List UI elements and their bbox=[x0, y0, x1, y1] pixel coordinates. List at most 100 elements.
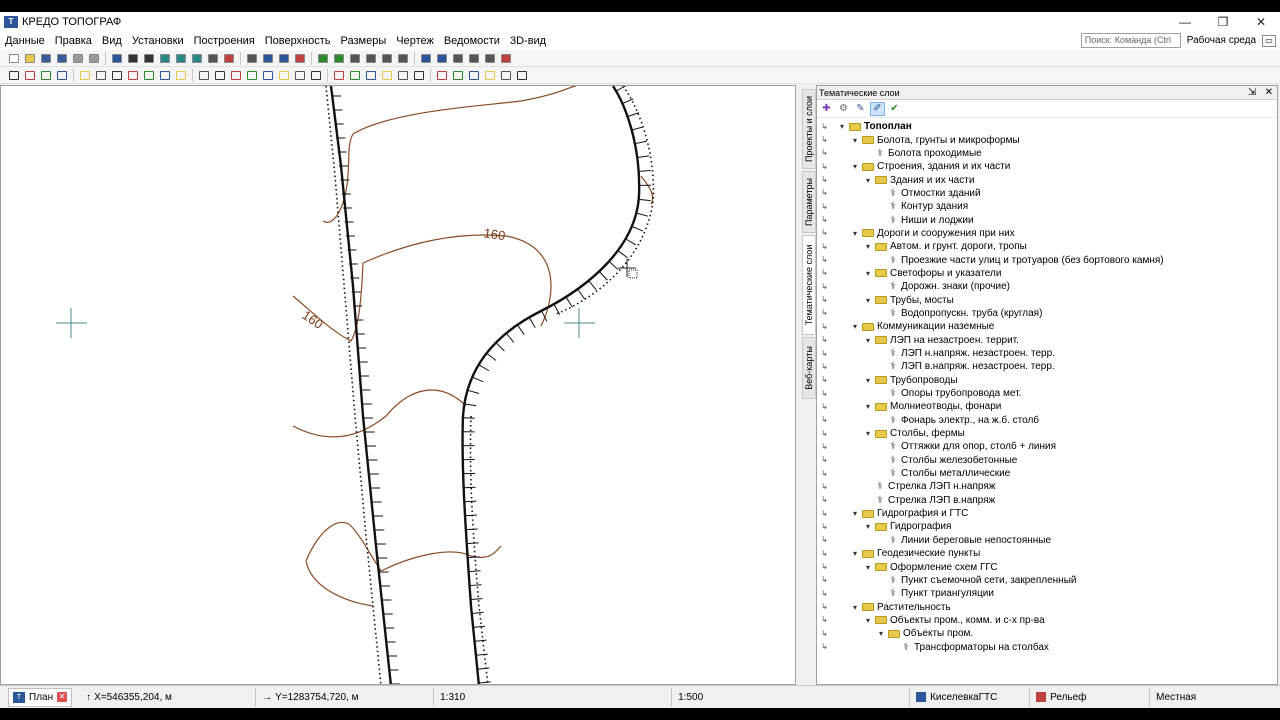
close-button[interactable]: ✕ bbox=[1242, 12, 1280, 32]
menu-dimensions[interactable]: Размеры bbox=[336, 32, 392, 50]
vertex-icon[interactable] bbox=[347, 51, 362, 65]
visibility-icon[interactable]: ↳ bbox=[821, 509, 833, 519]
status-coordinate-system[interactable]: Местная bbox=[1150, 688, 1260, 707]
expand-arrow-icon[interactable]: ▾ bbox=[850, 603, 860, 612]
undo-icon[interactable] bbox=[70, 51, 85, 65]
visibility-icon[interactable]: ↳ bbox=[821, 282, 833, 292]
visibility-icon[interactable]: ↳ bbox=[821, 148, 833, 158]
expand-arrow-icon[interactable]: ▾ bbox=[850, 549, 860, 558]
array-icon[interactable] bbox=[260, 68, 275, 82]
plan-canvas[interactable]: 160 160 bbox=[0, 85, 796, 685]
menu-drawing[interactable]: Чертеж bbox=[391, 32, 439, 50]
visibility-icon[interactable]: ↳ bbox=[821, 602, 833, 612]
menu-constructions[interactable]: Построения bbox=[189, 32, 260, 50]
tree-layer[interactable]: ↳ ⚕ Пункт съемочной сети, закрепленный bbox=[817, 574, 1277, 587]
redo-icon[interactable] bbox=[86, 51, 101, 65]
zoom-out-icon[interactable] bbox=[173, 51, 188, 65]
visibility-icon[interactable]: ↳ bbox=[821, 349, 833, 359]
tree-group[interactable]: ↳ ▾ Здания и их части bbox=[817, 173, 1277, 186]
tree-layer[interactable]: ↳ ⚕ Опоры трубопровода мет. bbox=[817, 387, 1277, 400]
visibility-icon[interactable]: ↳ bbox=[821, 455, 833, 465]
visibility-icon[interactable]: ↳ bbox=[821, 322, 833, 332]
tree-group[interactable]: ↳ ▾ Дороги и сооружения при них bbox=[817, 227, 1277, 240]
visibility-icon[interactable]: ↳ bbox=[821, 549, 833, 559]
tree-group[interactable]: ↳ ▾ Объекты пром. bbox=[817, 627, 1277, 640]
visibility-icon[interactable]: ↳ bbox=[821, 522, 833, 532]
parallel-icon[interactable] bbox=[141, 68, 156, 82]
visibility-icon[interactable]: ↳ bbox=[821, 255, 833, 265]
checkmark-icon[interactable]: ✔ bbox=[887, 102, 902, 116]
visibility-icon[interactable]: ↳ bbox=[821, 375, 833, 385]
expand-arrow-icon[interactable]: ▾ bbox=[863, 563, 873, 572]
chamfer-icon[interactable] bbox=[331, 68, 346, 82]
tree-group[interactable]: ↳ ▾ Геодезические пункты bbox=[817, 547, 1277, 560]
workspace-dropdown[interactable]: Рабочая среда bbox=[1187, 35, 1256, 46]
rotate-icon[interactable] bbox=[173, 68, 188, 82]
hatch-icon[interactable] bbox=[395, 68, 410, 82]
visibility-icon[interactable]: ↳ bbox=[821, 482, 833, 492]
pan-icon[interactable] bbox=[205, 51, 220, 65]
visibility-icon[interactable]: ↳ bbox=[821, 228, 833, 238]
tree-layer[interactable]: ↳ ⚕ Водопропускн. труба (круглая) bbox=[817, 307, 1277, 320]
visibility-icon[interactable]: ↳ bbox=[821, 242, 833, 252]
tree-layer[interactable]: ↳ ⚕ Линии береговые непостоянные bbox=[817, 534, 1277, 547]
tree-layer[interactable]: ↳ ⚕ ЛЭП в.напряж. незастроен. терр. bbox=[817, 360, 1277, 373]
tree-layer[interactable]: ↳ ⚕ Столбы металлические bbox=[817, 467, 1277, 480]
tab-plan[interactable]: Т План ✕ bbox=[8, 687, 73, 707]
maximize-button[interactable]: ❐ bbox=[1204, 12, 1242, 32]
tree-group[interactable]: ↳ ▾ Светофоры и указатели bbox=[817, 267, 1277, 280]
command-search-input[interactable]: Поиск: Команда (Ctrl ... bbox=[1080, 33, 1181, 58]
extend-icon[interactable] bbox=[292, 68, 307, 82]
snap-point-icon[interactable] bbox=[6, 68, 21, 82]
label-icon[interactable] bbox=[379, 68, 394, 82]
visibility-icon[interactable]: ↳ bbox=[821, 535, 833, 545]
menu-surface[interactable]: Поверхность bbox=[260, 32, 336, 50]
visibility-icon[interactable]: ↳ bbox=[821, 589, 833, 599]
expand-arrow-icon[interactable]: ▾ bbox=[850, 162, 860, 171]
expand-arrow-icon[interactable]: ▾ bbox=[863, 176, 873, 185]
save-icon[interactable] bbox=[38, 51, 53, 65]
tree-group[interactable]: ↳ ▾ Строения, здания и их части bbox=[817, 160, 1277, 173]
align-icon[interactable] bbox=[363, 51, 378, 65]
status-project[interactable]: КиселевкаГТС bbox=[910, 687, 1031, 707]
tree-group[interactable]: ↳ ▾ ЛЭП на незастроен. террит. bbox=[817, 334, 1277, 347]
mirror-icon[interactable] bbox=[244, 68, 259, 82]
visibility-icon[interactable]: ↳ bbox=[821, 215, 833, 225]
table-icon[interactable] bbox=[434, 68, 449, 82]
layout-icon[interactable]: ▭ bbox=[1262, 34, 1276, 47]
scale-icon[interactable] bbox=[196, 68, 211, 82]
minimize-button[interactable]: — bbox=[1166, 12, 1204, 32]
visibility-icon[interactable]: ↳ bbox=[821, 429, 833, 439]
tree-layer[interactable]: ↳ ⚕ Оттяжки для опор, столб + линия bbox=[817, 440, 1277, 453]
line-tool-icon[interactable] bbox=[292, 51, 307, 65]
expand-arrow-icon[interactable]: ▾ bbox=[850, 229, 860, 238]
tree-group[interactable]: ↳ ▾ Автом. и грунт. дороги, тропы bbox=[817, 240, 1277, 253]
brush-icon[interactable]: ✐ bbox=[870, 101, 885, 116]
visibility-icon[interactable]: ↳ bbox=[821, 402, 833, 412]
expand-arrow-icon[interactable]: ▾ bbox=[863, 376, 873, 385]
zoom-extents-icon[interactable] bbox=[189, 51, 204, 65]
close-tab-icon[interactable]: ✕ bbox=[57, 692, 68, 702]
visibility-icon[interactable]: ↳ bbox=[821, 442, 833, 452]
cursor-red-icon[interactable] bbox=[77, 68, 92, 82]
visibility-icon[interactable]: ↳ bbox=[821, 202, 833, 212]
visibility-icon[interactable]: ↳ bbox=[821, 469, 833, 479]
visibility-icon[interactable]: ↳ bbox=[821, 135, 833, 145]
tree-layer[interactable]: ↳ ⚕ Болота проходимые bbox=[817, 147, 1277, 160]
tree-group[interactable]: ↳ ▾ Топоплан bbox=[817, 120, 1277, 133]
expand-arrow-icon[interactable]: ▾ bbox=[863, 269, 873, 278]
pointer-arrow-icon[interactable] bbox=[514, 68, 529, 82]
expand-arrow-icon[interactable]: ▾ bbox=[863, 402, 873, 411]
tree-group[interactable]: ↳ ▾ Оформление схем ГГС bbox=[817, 560, 1277, 573]
pointer-icon[interactable] bbox=[260, 51, 275, 65]
tree-group[interactable]: ↳ ▾ Трубы, мосты bbox=[817, 293, 1277, 306]
settings-icon[interactable]: ⚙ bbox=[836, 102, 851, 116]
status-scale-survey[interactable]: 1:500 bbox=[672, 687, 911, 707]
tab-projects-layers[interactable]: Проекты и слои bbox=[802, 89, 816, 169]
tree-layer[interactable]: ↳ ⚕ Ниши и лоджии bbox=[817, 213, 1277, 226]
point-tool-icon[interactable] bbox=[276, 51, 291, 65]
save-all-icon[interactable] bbox=[54, 51, 69, 65]
visibility-icon[interactable]: ↳ bbox=[821, 389, 833, 399]
expand-arrow-icon[interactable]: ▾ bbox=[863, 296, 873, 305]
visibility-icon[interactable]: ↳ bbox=[821, 615, 833, 625]
